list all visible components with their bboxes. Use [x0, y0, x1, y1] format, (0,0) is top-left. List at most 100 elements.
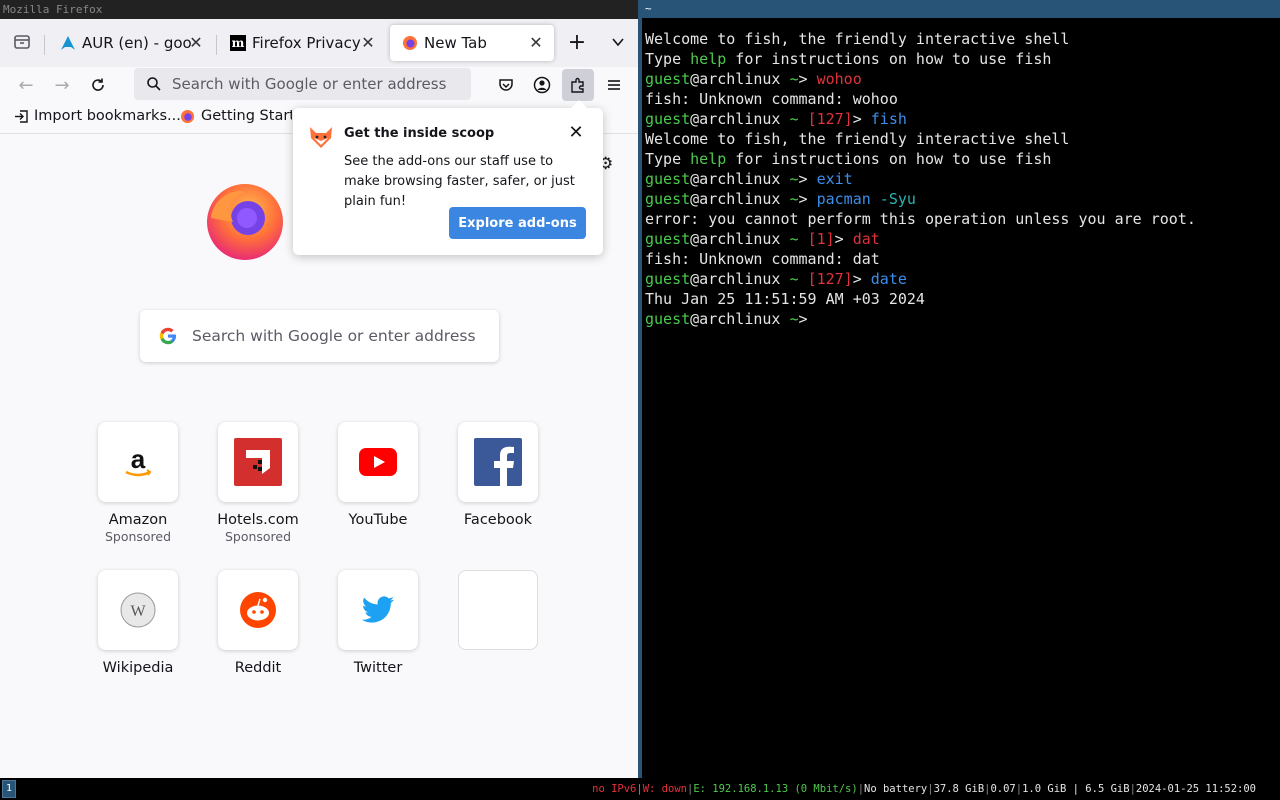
terminal-window[interactable]: ~ Welcome to fish, the friendly interact… — [640, 0, 1280, 778]
top-site-youtube[interactable]: YouTube — [328, 422, 428, 528]
top-site-name: Wikipedia — [102, 660, 174, 676]
reload-icon — [92, 78, 104, 91]
close-icon[interactable]: ✕ — [567, 124, 585, 142]
top-site-name: Facebook — [463, 512, 533, 528]
terminal-prompt-line[interactable]: guest@archlinux ~> — [645, 310, 817, 328]
tab-privacy-notice[interactable]: m Firefox Privacy Notice ✕ — [218, 25, 386, 61]
terminal-line: guest@archlinux ~ [1]> dat — [645, 230, 880, 248]
top-site-tile[interactable] — [338, 570, 418, 650]
pocket-icon — [499, 79, 513, 91]
pocket-button[interactable] — [490, 69, 522, 101]
popup-arrow — [571, 100, 587, 108]
reddit-icon — [240, 592, 276, 628]
firefox-logo — [207, 184, 283, 260]
mozilla-m-icon: m — [230, 35, 246, 51]
hotels-icon — [234, 438, 282, 486]
account-icon — [533, 76, 551, 94]
terminal-line: guest@archlinux ~> pacman -Syu — [645, 190, 916, 208]
sponsored-label: Sponsored — [104, 529, 172, 544]
fox-icon — [310, 127, 332, 148]
ipv6-status: no IPv6 — [592, 783, 637, 795]
forward-button[interactable]: → — [46, 69, 78, 101]
sponsored-label: Sponsored — [224, 529, 292, 544]
search-placeholder: Search with Google or enter address — [192, 327, 476, 345]
top-site-tile-empty[interactable] — [458, 570, 538, 650]
list-all-tabs-button[interactable] — [602, 26, 634, 58]
terminal-line: guest@archlinux ~> wohoo — [645, 70, 862, 88]
load-status: 0.07 — [990, 783, 1016, 795]
status-blocks: no IPv6|W: down|E: 192.168.1.13 (0 Mbit/… — [592, 783, 1256, 795]
hamburger-menu-icon — [608, 80, 620, 90]
top-site-tile[interactable]: a — [98, 422, 178, 502]
top-site-tile[interactable]: W — [98, 570, 178, 650]
top-site-name: YouTube — [348, 512, 408, 528]
twitter-icon — [361, 596, 394, 623]
top-site-twitter[interactable]: Twitter — [328, 570, 428, 676]
i3-status-bar: 1 no IPv6|W: down|E: 192.168.1.13 (0 Mbi… — [0, 778, 1280, 800]
back-button[interactable]: ← — [10, 69, 42, 101]
tab-bar: AUR (en) - google ✕ m Firefox Privacy No… — [0, 19, 638, 67]
top-site-hotels[interactable]: Hotels.com Sponsored — [208, 422, 308, 544]
explore-addons-button[interactable]: Explore add-ons — [449, 207, 586, 239]
top-site-tile[interactable] — [458, 422, 538, 502]
chevron-down-icon — [612, 38, 624, 47]
close-tab-icon[interactable]: ✕ — [358, 33, 378, 53]
navigation-toolbar: ← → Search with Google or enter address — [0, 67, 638, 103]
tab-new-tab[interactable]: New Tab ✕ — [390, 25, 554, 61]
terminal-line: Welcome to fish, the friendly interactiv… — [645, 30, 1070, 48]
url-bar[interactable]: Search with Google or enter address — [134, 68, 471, 100]
addons-recommendation-popup: Get the inside scoop ✕ See the add-ons o… — [293, 100, 603, 255]
top-site-tile[interactable] — [218, 422, 298, 502]
clock: 2024-01-25 11:52:00 — [1135, 783, 1256, 795]
firefox-view-button[interactable] — [6, 26, 38, 58]
top-site-tile[interactable] — [338, 422, 418, 502]
top-site-reddit[interactable]: Reddit — [208, 570, 308, 676]
wifi-status: W: down — [642, 783, 687, 795]
top-site-amazon[interactable]: a Amazon Sponsored — [88, 422, 188, 544]
terminal-line: error: you cannot perform this operation… — [645, 210, 1196, 228]
top-site-empty[interactable] — [448, 570, 548, 650]
top-site-name: Amazon — [108, 512, 168, 528]
terminal-line: guest@archlinux ~ [127]> fish — [645, 110, 907, 128]
new-tab-search-box[interactable]: Search with Google or enter address — [140, 310, 499, 362]
reload-button[interactable] — [82, 69, 114, 101]
tab-label: AUR (en) - google — [82, 34, 192, 52]
bookmark-label: Import bookmarks... — [34, 108, 181, 124]
workspace-button[interactable]: 1 — [2, 780, 16, 798]
app-menu-button[interactable] — [598, 69, 630, 101]
youtube-icon — [359, 448, 397, 476]
top-site-name: Twitter — [353, 660, 403, 676]
tab-aur[interactable]: AUR (en) - google ✕ — [48, 25, 214, 61]
memory-status: 1.0 GiB | 6.5 GiB — [1022, 783, 1130, 795]
disk-status: 37.8 GiB — [933, 783, 985, 795]
arrow-left-icon: ← — [18, 74, 34, 96]
search-icon — [147, 77, 161, 91]
puzzle-icon — [571, 77, 584, 93]
tab-label: Firefox Privacy Notice — [252, 34, 364, 52]
terminal-line: Type help for instructions on how to use… — [645, 150, 1052, 168]
tab-separator — [216, 35, 217, 55]
top-site-facebook[interactable]: Facebook — [448, 422, 548, 528]
plus-icon: + — [567, 29, 587, 55]
extensions-button[interactable] — [562, 69, 594, 101]
terminal-output[interactable]: Welcome to fish, the friendly interactiv… — [645, 29, 1196, 329]
svg-text:W: W — [130, 603, 146, 620]
window-title: Mozilla Firefox — [0, 0, 638, 19]
url-placeholder: Search with Google or enter address — [172, 75, 447, 93]
bookmark-getting-started[interactable]: Getting Started — [180, 108, 292, 124]
bookmark-import[interactable]: Import bookmarks... — [14, 108, 181, 124]
terminal-line: Type help for instructions on how to use… — [645, 50, 1052, 68]
top-site-tile[interactable] — [218, 570, 298, 650]
svg-text:a: a — [131, 444, 146, 474]
new-tab-button[interactable]: + — [561, 26, 593, 58]
account-button[interactable] — [526, 69, 558, 101]
close-tab-icon[interactable]: ✕ — [186, 33, 206, 53]
top-site-wikipedia[interactable]: W Wikipedia — [88, 570, 188, 676]
arch-icon — [61, 36, 75, 50]
firefox-view-icon — [14, 35, 30, 49]
terminal-line: Welcome to fish, the friendly interactiv… — [645, 130, 1070, 148]
terminal-line: guest@archlinux ~ [127]> date — [645, 270, 907, 288]
facebook-icon — [474, 438, 522, 486]
close-tab-icon[interactable]: ✕ — [526, 33, 546, 53]
amazon-icon: a — [125, 444, 152, 477]
